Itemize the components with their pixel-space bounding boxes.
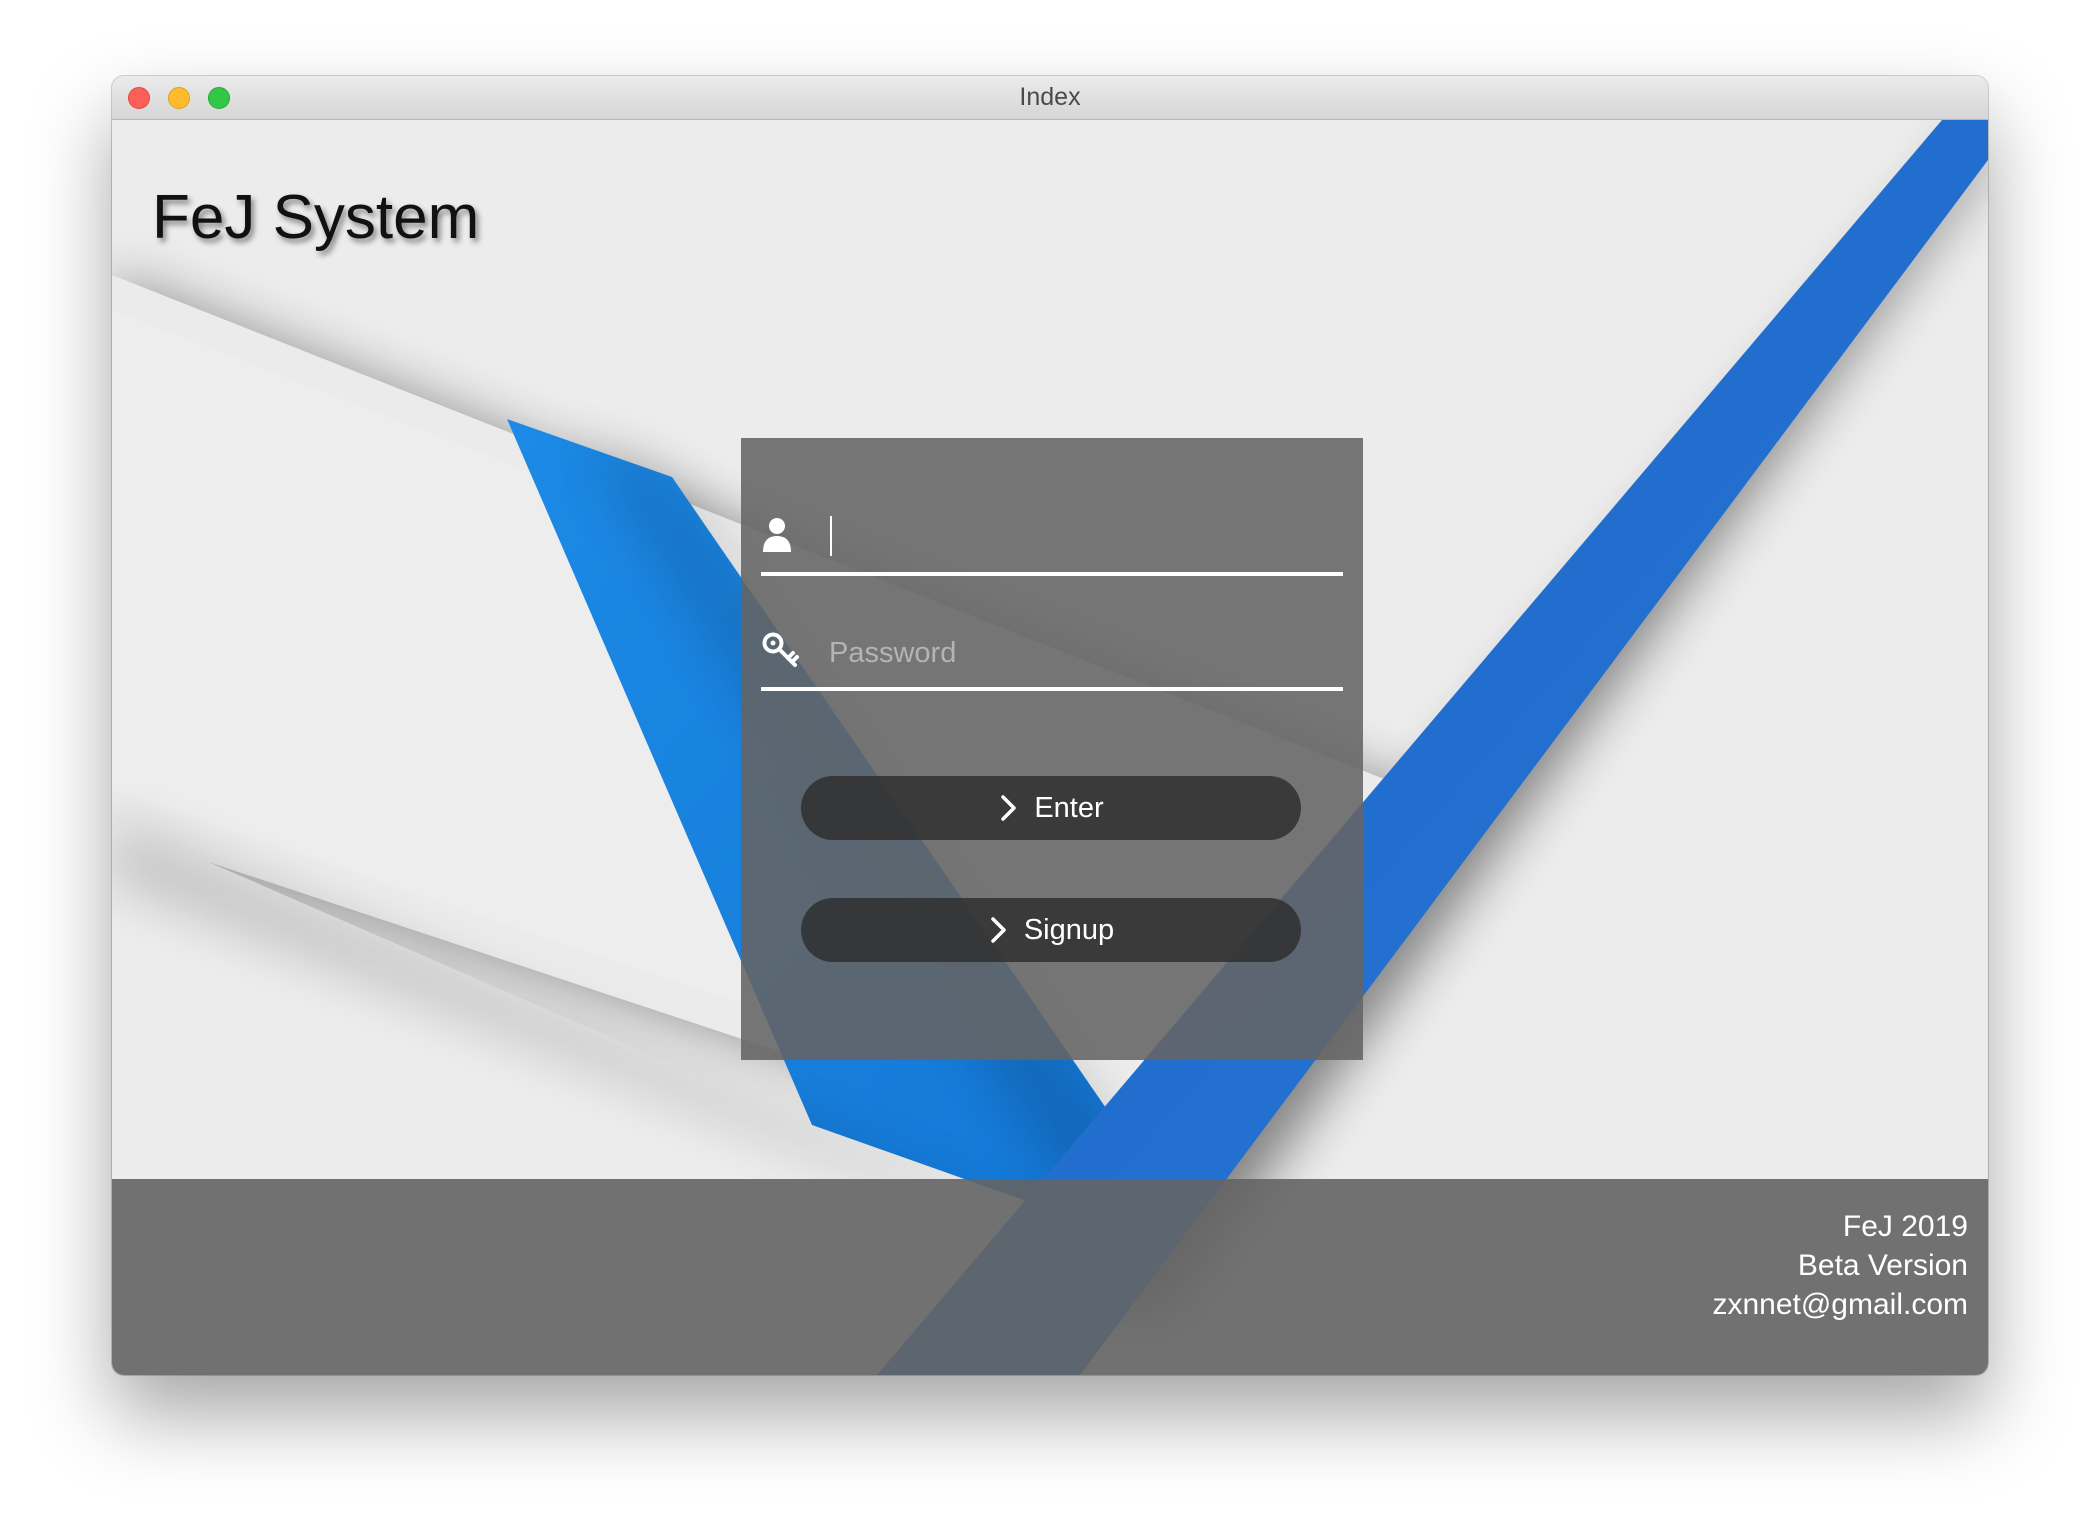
enter-button[interactable]: Enter xyxy=(801,776,1301,840)
title-bar[interactable]: Index xyxy=(112,76,1988,120)
footer: FeJ 2019 Beta Version zxnnet@gmail.com xyxy=(112,1179,1988,1375)
footer-info: FeJ 2019 Beta Version zxnnet@gmail.com xyxy=(1712,1207,1968,1324)
login-panel: Enter Signup xyxy=(741,438,1363,1060)
footer-contact-email: zxnnet@gmail.com xyxy=(1712,1288,1968,1321)
signup-button-label: Signup xyxy=(1023,913,1115,946)
password-field xyxy=(761,617,1343,691)
chevron-right-icon xyxy=(1001,795,1017,821)
app-title: FeJ System xyxy=(152,183,480,252)
text-caret xyxy=(830,516,832,556)
username-input[interactable] xyxy=(827,510,1331,566)
enter-button-label: Enter xyxy=(1034,791,1104,824)
window-title: Index xyxy=(1019,83,1081,111)
signup-button[interactable]: Signup xyxy=(801,898,1301,962)
username-field xyxy=(761,502,1343,576)
footer-beta-label: Beta Version xyxy=(1797,1249,1968,1282)
login-screen: FeJ System Enter Signup FeJ 2019 Beta Ve… xyxy=(112,120,1988,1375)
key-icon xyxy=(761,631,803,673)
user-icon xyxy=(761,516,803,558)
app-window: Index FeJ System Enter Signup FeJ 2019 B… xyxy=(112,76,1988,1375)
password-input[interactable] xyxy=(827,625,1331,681)
chevron-right-icon xyxy=(991,917,1006,943)
footer-version-year: FeJ 2019 xyxy=(1842,1210,1968,1243)
